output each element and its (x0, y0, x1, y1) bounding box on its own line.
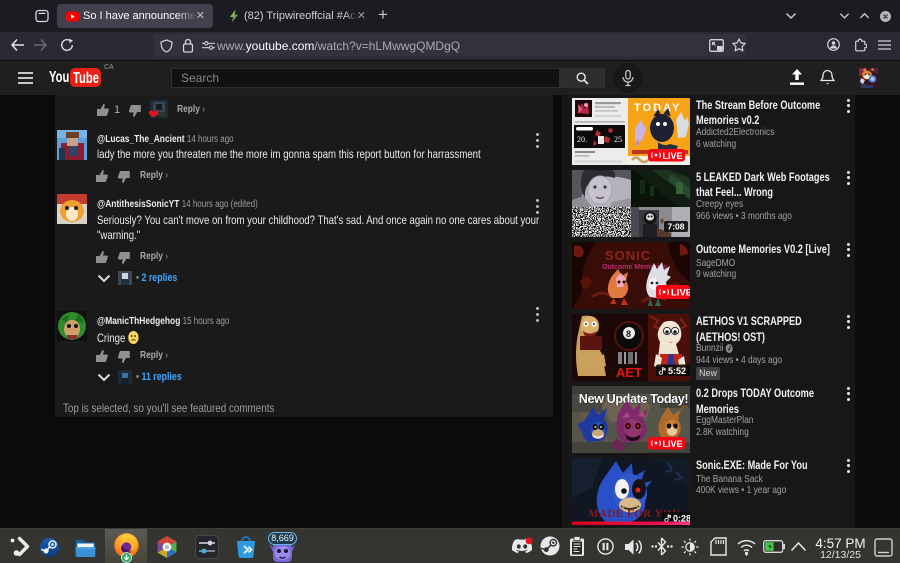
svg-text:5:52: 5:52 (668, 366, 686, 376)
svg-text:SONIC: SONIC (605, 248, 651, 263)
svg-text:LIVE: LIVE (663, 439, 683, 449)
svg-text:LIVE: LIVE (671, 288, 690, 299)
svg-text:LIVE: LIVE (663, 151, 683, 161)
svg-text:25: 25 (614, 135, 622, 144)
svg-text:8: 8 (626, 329, 631, 339)
svg-text:New Update Today!: New Update Today! (579, 391, 689, 406)
svg-text:AET: AET (616, 365, 642, 380)
svg-text:7:08: 7:08 (668, 222, 685, 232)
svg-text:20.: 20. (577, 135, 587, 144)
